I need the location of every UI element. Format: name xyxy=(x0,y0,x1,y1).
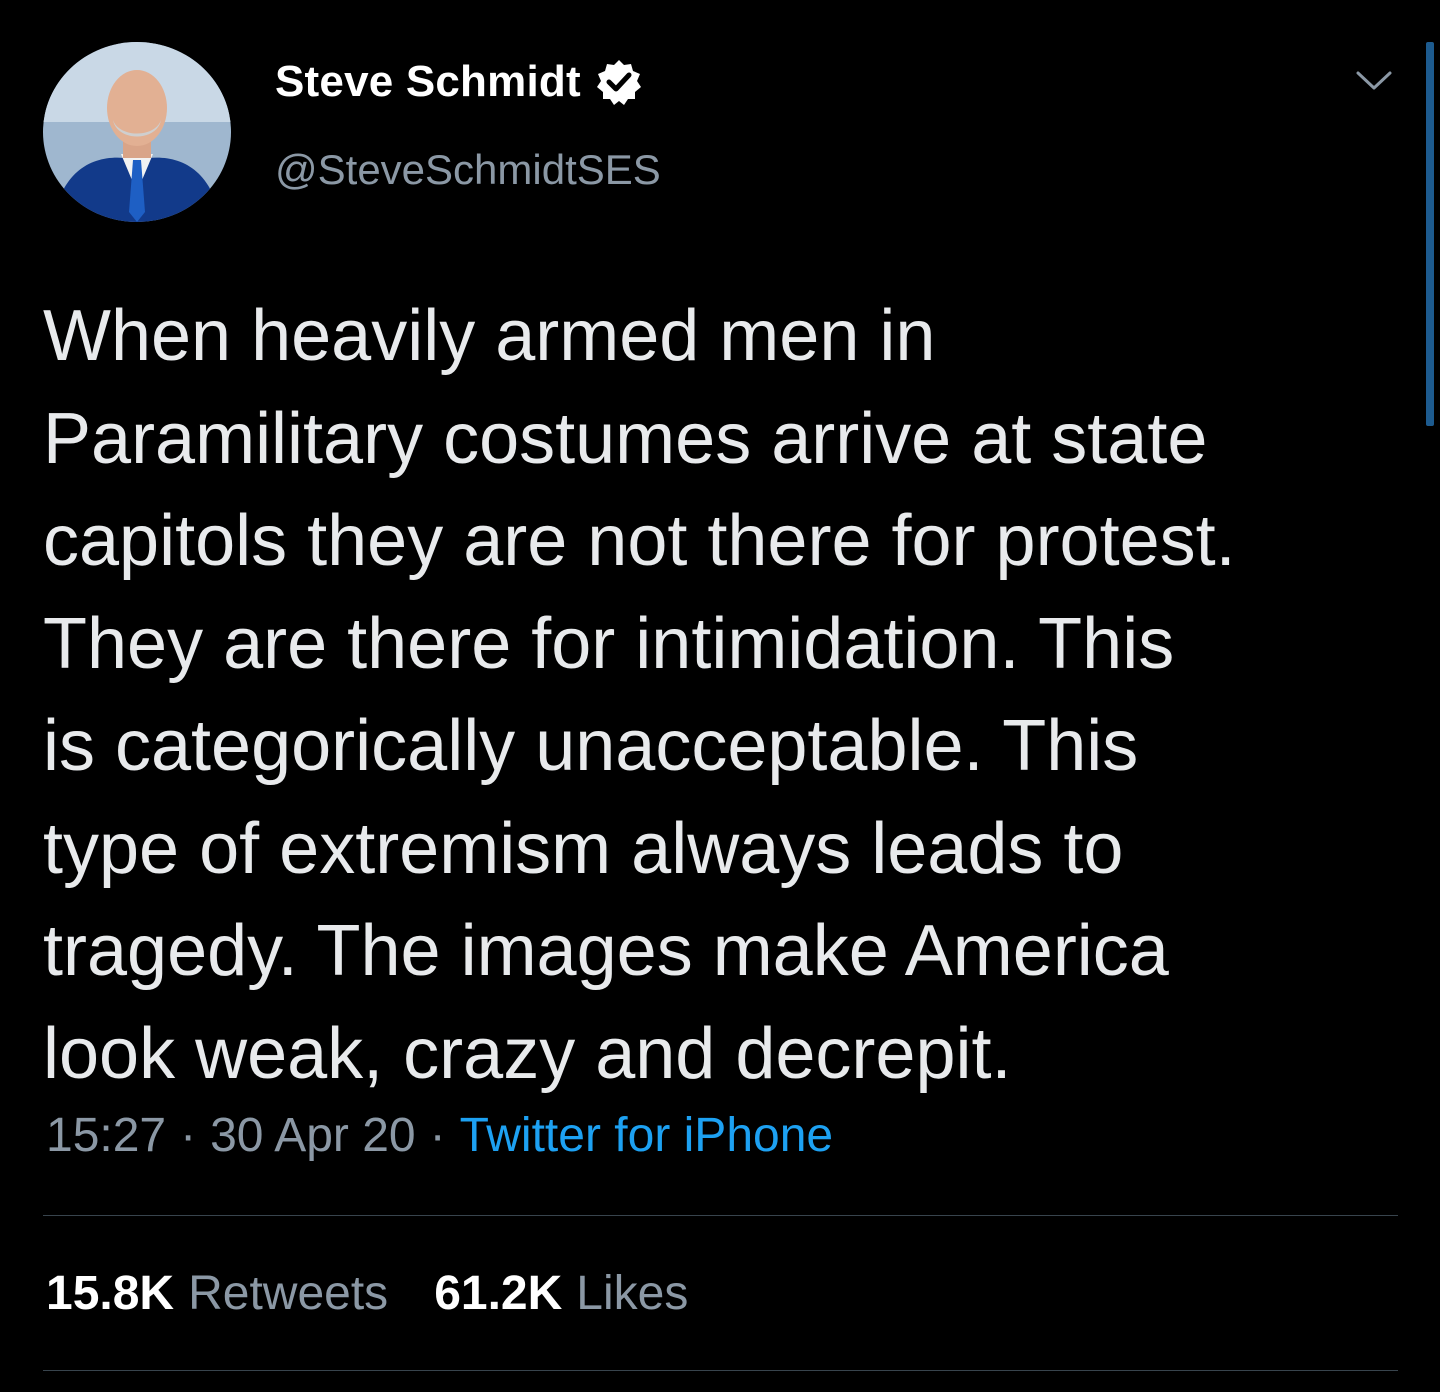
likes-count: 61.2K xyxy=(434,1267,563,1320)
chevron-down-icon[interactable] xyxy=(1353,66,1395,96)
tweet-source-link[interactable]: Twitter for iPhone xyxy=(460,1108,834,1163)
avatar[interactable] xyxy=(43,42,231,222)
retweets-label: Retweets xyxy=(188,1267,389,1320)
tweet-meta: 15:27 · 30 Apr 20 · Twitter for iPhone xyxy=(46,1108,833,1163)
likes-stat[interactable]: 61.2K Likes xyxy=(434,1266,688,1321)
verified-badge-icon xyxy=(595,58,643,106)
divider xyxy=(43,1370,1398,1371)
meta-separator: · xyxy=(429,1109,446,1162)
tweet-date: 30 Apr 20 xyxy=(210,1109,416,1162)
retweets-stat[interactable]: 15.8K Retweets xyxy=(46,1266,388,1321)
tweet-time: 15:27 xyxy=(46,1109,167,1162)
divider xyxy=(43,1215,1398,1216)
avatar-image xyxy=(43,42,231,222)
tweet-text: When heavily armed men in Paramilitary c… xyxy=(43,296,1236,1094)
meta-separator: · xyxy=(180,1109,197,1162)
scrollbar[interactable] xyxy=(1426,42,1434,426)
tweet-detail: Steve Schmidt @SteveSchmidtSES When heav… xyxy=(0,0,1440,1392)
retweets-count: 15.8K xyxy=(46,1267,175,1320)
likes-label: Likes xyxy=(576,1267,689,1320)
tweet-stats: 15.8K Retweets 61.2K Likes xyxy=(46,1266,688,1321)
author-display-name[interactable]: Steve Schmidt xyxy=(275,57,581,107)
author-handle[interactable]: @SteveSchmidtSES xyxy=(275,146,661,194)
author-name-row: Steve Schmidt xyxy=(275,52,643,112)
